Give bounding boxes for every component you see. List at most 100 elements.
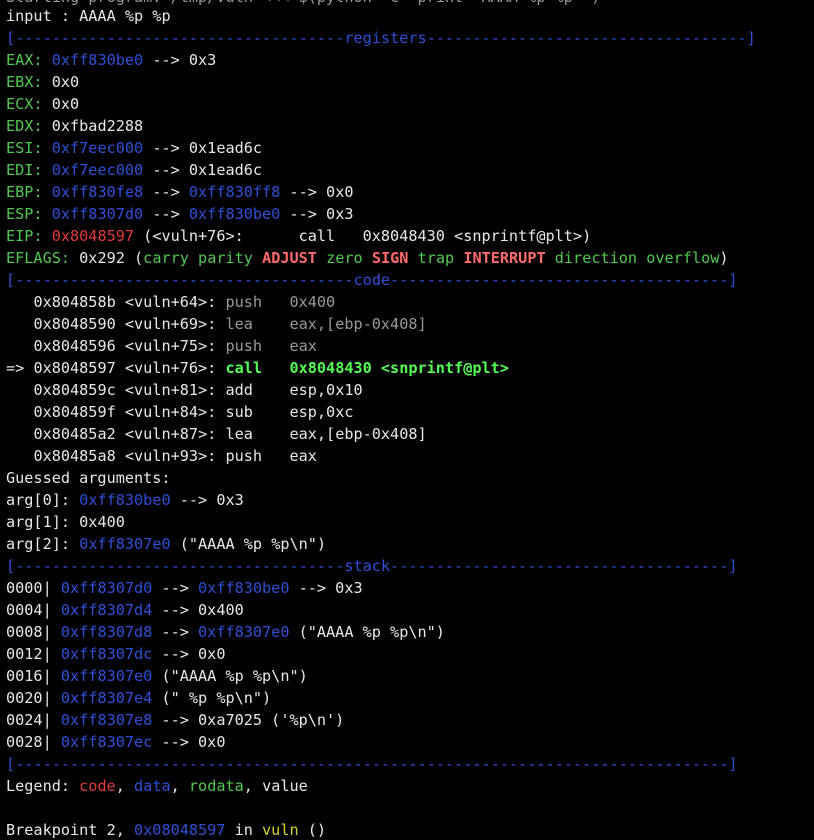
register-value: 0xf7eec000: [51, 161, 144, 179]
code-address: 0x8048597: [33, 359, 116, 377]
register-deref: 0x0: [42, 73, 80, 91]
code-prefix: [6, 403, 33, 421]
stack-address: 0xff8307d4: [60, 601, 153, 619]
register-arrow: -->: [143, 183, 189, 201]
argument-line: arg[0]: 0xff830be0 --> 0x3: [6, 489, 244, 511]
code-line: 0x804858b <vuln+64>: push 0x400: [6, 291, 335, 313]
argument-deref: 0x400: [70, 513, 125, 531]
register-value: 0xff830be0: [51, 51, 144, 69]
code-address: 0x80485a2: [33, 425, 116, 443]
breakpoint-address: 0x08048597: [134, 821, 226, 839]
flag-adjust: ADJUST: [262, 249, 317, 267]
register-pointer: 0xff830ff8: [188, 183, 281, 201]
register-deref: --> 0x3: [280, 205, 354, 223]
register-arrow: -->: [143, 205, 189, 223]
flag-sign: SIGN: [371, 249, 409, 267]
code-address: 0x8048596: [33, 337, 116, 355]
stack-line: 0012| 0xff8307dc --> 0x0: [6, 643, 225, 665]
register-edx: EDX: 0xfbad2288: [6, 115, 143, 137]
argument-deref: --> 0x3: [170, 491, 244, 509]
code-line: 0x8048590 <vuln+69>: lea eax,[ebp-0x408]: [6, 313, 427, 335]
stack-address: 0xff8307dc: [60, 645, 153, 663]
stack-deref: --> 0xa7025 ('%p\n'): [152, 711, 345, 729]
register-name: ECX:: [6, 95, 43, 113]
code-prefix: [6, 293, 33, 311]
code-symbol: <vuln+93>:: [115, 447, 217, 465]
flag-zero: zero: [326, 249, 363, 267]
code-address: 0x80485a8: [33, 447, 116, 465]
code-address: 0x804859c: [33, 381, 116, 399]
register-name: EFLAGS:: [6, 249, 71, 267]
code-line-current: => 0x8048597 <vuln+76>: call 0x8048430 <…: [6, 357, 509, 379]
code-line: 0x80485a2 <vuln+87>: lea eax,[ebp-0x408]: [6, 423, 427, 445]
register-eax: EAX: 0xff830be0 --> 0x3: [6, 49, 216, 71]
flag-interrupt: INTERRUPT: [463, 249, 546, 267]
stack-offset: 0000|: [6, 579, 52, 597]
register-name: EDI:: [6, 161, 43, 179]
register-name: ESI:: [6, 139, 43, 157]
code-instruction: push eax: [216, 337, 317, 355]
code-address: 0x8048590: [33, 315, 116, 333]
code-symbol: <vuln+69>:: [115, 315, 217, 333]
eip-address: 0x8048597: [51, 227, 135, 245]
stack-line: 0028| 0xff8307ec --> 0x0: [6, 731, 225, 753]
current-instruction-arrow: =>: [6, 359, 34, 377]
code-symbol: <vuln+84>:: [115, 403, 217, 421]
code-prefix: [6, 425, 33, 443]
stack-address: 0xff8307e4: [60, 689, 153, 707]
program-input-line: input : AAAA %p %p: [6, 7, 171, 25]
code-instruction: lea eax,[ebp-0x408]: [216, 425, 427, 443]
code-line: 0x8048596 <vuln+75>: push eax: [6, 335, 317, 357]
argument-value: 0xff8307e0: [79, 535, 171, 553]
code-instruction: push eax: [216, 447, 317, 465]
legend-line: Legend: code, data, rodata, value: [6, 775, 308, 797]
flag-parity: parity: [198, 249, 253, 267]
stack-address: 0xff8307d0: [60, 579, 153, 597]
register-esp: ESP: 0xff8307d0 --> 0xff830be0 --> 0x3: [6, 203, 353, 225]
register-ebx: EBX: 0x0: [6, 71, 79, 93]
register-eflags: EFLAGS: 0x292 (carry parity ADJUST zero …: [6, 247, 729, 269]
stack-offset: 0004|: [6, 601, 52, 619]
stack-line: 0000| 0xff8307d0 --> 0xff830be0 --> 0x3: [6, 577, 363, 599]
register-name: EIP:: [6, 227, 43, 245]
register-ebp: EBP: 0xff830fe8 --> 0xff830ff8 --> 0x0: [6, 181, 353, 203]
register-name: EBX:: [6, 73, 43, 91]
stack-line: 0016| 0xff8307e0 ("AAAA %p %p\n"): [6, 665, 308, 687]
stack-line: 0008| 0xff8307d8 --> 0xff8307e0 ("AAAA %…: [6, 621, 445, 643]
code-prefix: [6, 447, 33, 465]
code-instruction: lea eax,[ebp-0x408]: [216, 315, 427, 333]
terminal-window[interactable]: Starting program: /tmp/vuln <<< $(python…: [0, 0, 814, 840]
stack-address: 0xff8307ec: [60, 733, 153, 751]
stack-section-header: [------------------------------------sta…: [6, 557, 738, 575]
code-prefix: [6, 315, 33, 333]
guessed-arguments-title: Guessed arguments:: [6, 469, 171, 487]
register-name: ESP:: [6, 205, 43, 223]
code-symbol: <vuln+75>:: [115, 337, 217, 355]
register-name: EAX:: [6, 51, 43, 69]
code-prefix: [6, 381, 33, 399]
stack-offset: 0008|: [6, 623, 52, 641]
breakpoint-line: Breakpoint 2, 0x08048597 in vuln (): [6, 819, 326, 840]
register-esi: ESI: 0xf7eec000 --> 0x1ead6c: [6, 137, 262, 159]
register-name: EBP:: [6, 183, 43, 201]
stack-arrow: -->: [152, 579, 199, 597]
flag-direction: direction: [554, 249, 638, 267]
register-value: 0xf7eec000: [51, 139, 144, 157]
code-instruction: call 0x8048430 <snprintf@plt>: [216, 359, 509, 377]
argument-name: arg[0]:: [6, 491, 71, 509]
register-deref: 0x0: [42, 95, 80, 113]
breakpoint-parens: (): [298, 821, 327, 839]
code-prefix: [6, 337, 33, 355]
code-symbol: <vuln+81>:: [115, 381, 217, 399]
argument-line: arg[1]: 0x400: [6, 511, 125, 533]
legend-value: value: [262, 777, 308, 795]
flag-overflow: overflow: [646, 249, 720, 267]
register-value: 0xff830fe8: [51, 183, 144, 201]
stack-offset: 0028|: [6, 733, 52, 751]
stack-pointer: 0xff830be0: [198, 579, 290, 597]
stack-arrow: -->: [152, 623, 199, 641]
stack-address: 0xff8307d8: [60, 623, 153, 641]
legend-rodata: rodata: [188, 777, 244, 795]
stack-line: 0020| 0xff8307e4 (" %p %p\n"): [6, 687, 271, 709]
stack-deref: --> 0x0: [152, 733, 226, 751]
